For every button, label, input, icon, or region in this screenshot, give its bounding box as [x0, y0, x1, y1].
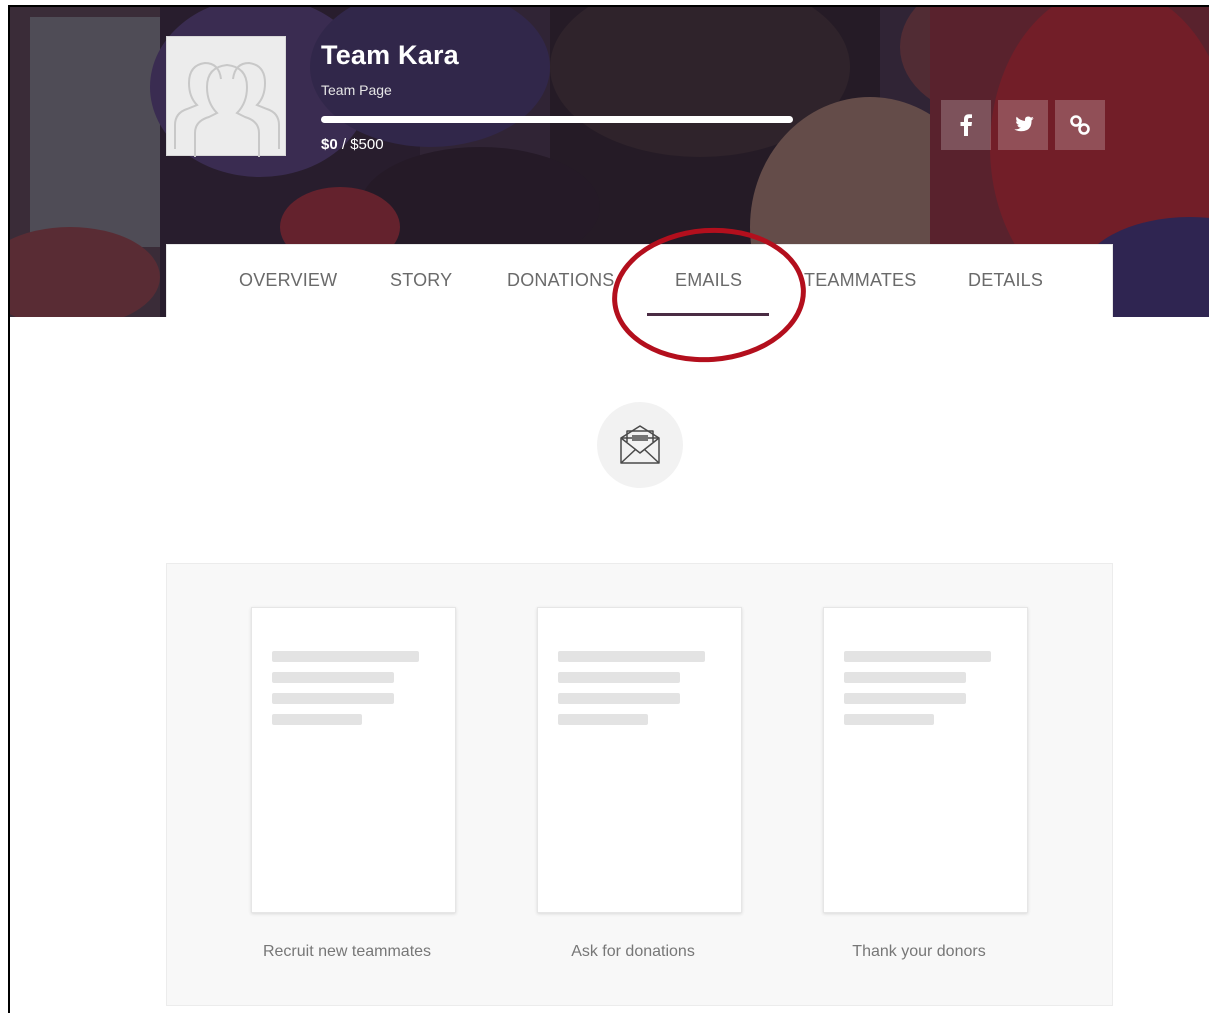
- envelope-icon: [620, 425, 660, 464]
- placeholder-line: [844, 651, 991, 662]
- template-label-thank[interactable]: Thank your donors: [799, 943, 1039, 961]
- team-group-icon: [174, 61, 280, 157]
- fundraising-progress-bar: [321, 116, 793, 123]
- email-template-card-recruit[interactable]: [251, 607, 456, 913]
- placeholder-line: [844, 672, 966, 683]
- placeholder-line: [558, 714, 648, 725]
- twitter-icon: [1014, 116, 1034, 132]
- email-template-card-ask[interactable]: [537, 607, 742, 913]
- placeholder-line: [558, 651, 705, 662]
- share-facebook-button[interactable]: [941, 100, 991, 150]
- placeholder-line: [844, 714, 934, 725]
- amount-raised: $0: [321, 136, 338, 153]
- team-name: Team Kara: [321, 40, 459, 70]
- amount-separator: /: [337, 136, 351, 153]
- template-label-ask[interactable]: Ask for donations: [513, 943, 753, 961]
- placeholder-line: [272, 693, 394, 704]
- placeholder-line: [272, 651, 419, 662]
- tab-story[interactable]: STORY: [390, 270, 452, 291]
- tab-donations[interactable]: DONATIONS: [507, 270, 614, 291]
- emails-section-badge: [597, 402, 683, 488]
- amount-goal: $500: [350, 136, 384, 153]
- link-icon: [1070, 115, 1090, 135]
- email-templates-panel: Recruit new teammates Ask for donations …: [166, 563, 1113, 1006]
- facebook-icon: [960, 114, 972, 136]
- email-template-card-thank[interactable]: [823, 607, 1028, 913]
- template-label-recruit[interactable]: Recruit new teammates: [227, 943, 467, 961]
- placeholder-line: [272, 714, 362, 725]
- placeholder-line: [558, 693, 680, 704]
- placeholder-line: [272, 672, 394, 683]
- share-twitter-button[interactable]: [998, 100, 1048, 150]
- tab-details[interactable]: DETAILS: [968, 270, 1043, 291]
- placeholder-line: [844, 693, 966, 704]
- placeholder-line: [558, 672, 680, 683]
- window-border-top: [8, 5, 1209, 7]
- team-avatar: [166, 36, 286, 157]
- page-frame: Team Kara Team Page $0 / $500 OVERVIEW S…: [0, 0, 1209, 1013]
- team-page-subtitle: Team Page: [321, 82, 392, 98]
- fundraising-amount: $0 / $500: [321, 136, 384, 153]
- tab-overview[interactable]: OVERVIEW: [239, 270, 337, 291]
- window-border-left: [8, 5, 10, 1013]
- tab-teammates[interactable]: TEAMMATES: [804, 270, 916, 291]
- copy-link-button[interactable]: [1055, 100, 1105, 150]
